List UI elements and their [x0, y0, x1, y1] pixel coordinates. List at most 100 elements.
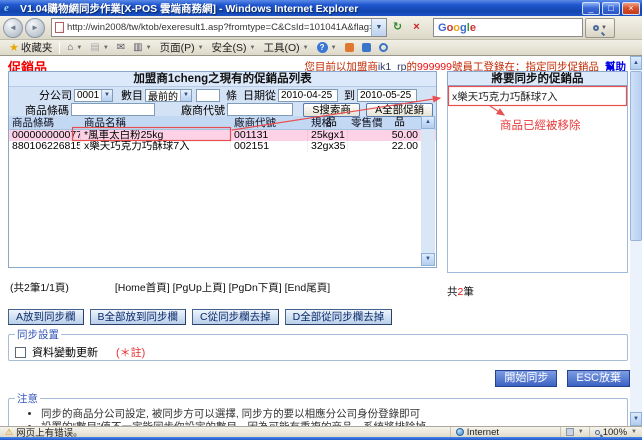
scrollbar-thumb[interactable] [630, 71, 642, 241]
pagination-keys-hint: [Home首頁] [PgUp上頁] [PgDn下頁] [End尾頁] [8, 280, 437, 295]
unit-label: 條 [226, 87, 237, 103]
warning-icon: ⚠ [5, 427, 13, 438]
refresh-button[interactable]: ↻ [389, 19, 406, 37]
menu-tools[interactable]: 工具(O) ▼ [259, 40, 312, 55]
search-go-button[interactable]: ▼ [585, 18, 615, 38]
sync-panel-title: 將要同步的促銷品 [447, 71, 628, 86]
forward-button[interactable]: ► [25, 18, 45, 38]
globe-icon [456, 428, 464, 436]
menu-page[interactable]: 页面(P) ▼ [156, 40, 208, 55]
chevron-down-icon: ▼ [101, 90, 112, 101]
date-to-input[interactable] [357, 89, 417, 102]
back-button[interactable]: ◄ [3, 18, 23, 38]
all-promos-button[interactable]: A全部促銷品 [366, 103, 433, 117]
sync-list-box: x樂天巧克力巧酥球7入 [447, 86, 628, 273]
scroll-down-icon[interactable]: ▼ [421, 253, 435, 266]
url-text: http://win2008/tw/ktob/exeresult1.asp?fr… [67, 22, 371, 33]
esc-cancel-button[interactable]: ESC放棄 [567, 370, 630, 387]
scroll-up-icon[interactable]: ▲ [630, 56, 642, 70]
home-button[interactable]: ⌂ ▼ [63, 40, 86, 55]
note-item: 同步的商品分公司設定, 被同步方可以選擇, 同步方的要以相應分公司身份登錄即可 [41, 409, 621, 421]
shield-icon [566, 428, 574, 436]
removed-annotation: 商品已經被移除 [500, 117, 581, 133]
data-update-checkbox[interactable] [15, 347, 26, 358]
vendor-input[interactable] [227, 103, 293, 116]
home-icon: ⌂ [67, 42, 73, 53]
search-options-icon[interactable]: ▼ [601, 25, 607, 31]
menu-safety[interactable]: 安全(S) ▼ [208, 40, 260, 55]
search-product-button[interactable]: S搜索商品 [303, 103, 360, 117]
zone-label: Internet [467, 427, 499, 438]
address-input[interactable]: http://win2008/tw/ktob/exeresult1.asp?fr… [51, 18, 387, 37]
help-button[interactable]: ? ▼ [313, 40, 341, 55]
filter-form: 分公司 0001 ▼ 數目 最前的 ▼ 條 日期從 到 [9, 87, 436, 116]
col-barcode: 商品條碼 [9, 116, 81, 129]
status-message-cell: ⚠ 网页上有错误。 [0, 427, 88, 437]
stop-button[interactable]: × [408, 19, 425, 37]
ie-logo-icon: e [4, 2, 17, 14]
addon-button-2[interactable] [358, 40, 375, 55]
addon-button-1[interactable] [341, 40, 358, 55]
col-spec: 規格 [308, 116, 348, 129]
count-input[interactable] [196, 89, 220, 102]
barcode-input[interactable] [71, 103, 155, 116]
read-mail-button[interactable]: ✉ [113, 40, 129, 55]
addon-ring-icon [379, 43, 388, 52]
col-price: 零售價 [348, 116, 422, 129]
favorites-label: 收藏夹 [21, 40, 53, 55]
count-select[interactable]: 最前的 ▼ [145, 89, 192, 102]
favorites-button[interactable]: ★ 收藏夹 [5, 40, 56, 55]
addon-button-3[interactable] [375, 40, 392, 55]
promo-list-panel: 加盟商1cheng之現有的促銷品列表 分公司 0001 ▼ 數目 最前的 ▼ 條 [8, 71, 437, 268]
table-scrollbar[interactable]: ▲ ▼ [421, 116, 435, 266]
remove-all-from-sync-button[interactable]: D全部從同步欄去掉 [285, 309, 393, 325]
feeds-button[interactable]: ▤ ▼ [86, 40, 112, 55]
close-button[interactable]: × [622, 2, 640, 15]
addon-icon [345, 43, 354, 52]
notes-fieldset: 注意 同步的商品分公司設定, 被同步方可以選擇, 同步方的要以相應分公司身份登錄… [8, 391, 628, 426]
mail-icon: ✉ [117, 42, 125, 53]
branch-select[interactable]: 0001 ▼ [74, 89, 113, 102]
scroll-down-icon[interactable]: ▼ [630, 412, 642, 426]
page-scrollbar[interactable]: ▲ ▼ [630, 56, 642, 426]
title-bar: e V1.04購物網同步作業[X-POS 雲端商務網] - Windows In… [0, 0, 642, 16]
chevron-down-icon: ▼ [303, 45, 309, 51]
chevron-down-icon: ▼ [180, 90, 191, 101]
print-button[interactable]: ▥ ▼ [129, 40, 155, 55]
feed-icon: ▤ [90, 42, 99, 53]
table-row[interactable]: 0000000000772 *風車太白粉25kg 001131 25kgx1 5… [9, 130, 436, 141]
search-input[interactable]: Google [433, 18, 583, 37]
add-to-sync-button[interactable]: A放到同步欄 [8, 309, 84, 325]
date-from-input[interactable] [278, 89, 338, 102]
minimize-button[interactable]: _ [582, 2, 600, 15]
address-dropdown-icon[interactable]: ▼ [371, 19, 386, 36]
status-bar: ⚠ 网页上有错误。 Internet ▼ 100% ▼ [0, 426, 642, 437]
zoom-level: 100% [603, 427, 627, 438]
zoom-icon [595, 430, 600, 435]
address-bar: ◄ ► http://win2008/tw/ktob/exeresult1.as… [0, 16, 642, 40]
zoom-control[interactable]: 100% ▼ [590, 427, 642, 437]
note-mark: (＊註) [116, 344, 145, 360]
addon-icon [362, 43, 371, 52]
page-favicon-icon [55, 22, 64, 33]
protected-mode-cell[interactable]: ▼ [561, 427, 590, 437]
table-row[interactable]: 8801062268153 x樂天巧克力巧酥球7入 002151 32gx35 … [9, 141, 436, 152]
restore-button[interactable]: □ [602, 2, 620, 15]
search-provider-logo: G [438, 22, 447, 34]
promo-list-title: 加盟商1cheng之現有的促銷品列表 [9, 72, 436, 87]
sync-panel: 將要同步的促銷品 x樂天巧克力巧酥球7入 [447, 71, 628, 273]
sync-item[interactable]: x樂天巧克力巧酥球7入 [448, 86, 627, 107]
help-icon: ? [317, 42, 328, 53]
start-sync-button[interactable]: 開始同步 [495, 370, 557, 387]
sync-settings-fieldset: 同步設置 資料變動更新 (＊註) [8, 327, 628, 361]
add-all-to-sync-button[interactable]: B全部放到同步欄 [90, 309, 187, 325]
browser-window: e V1.04購物網同步作業[X-POS 雲端商務網] - Windows In… [0, 0, 642, 440]
table-header: 商品條碼 商品名稱 廠商代號 規格 零售價 [9, 116, 436, 130]
scroll-up-icon[interactable]: ▲ [421, 116, 435, 129]
count-label: 數目 [121, 87, 143, 103]
star-icon: ★ [9, 41, 19, 54]
action-button-row: A放到同步欄 B全部放到同步欄 C從同步欄去掉 D全部從同步欄去掉 [8, 309, 392, 325]
remove-from-sync-button[interactable]: C從同步欄去掉 [192, 309, 279, 325]
page-content: 促銷品 您目前以加盟商ik1_rp的999999號員工登錄在：指定同步促銷品幫助… [0, 56, 630, 426]
confirm-button-row: 開始同步 ESC放棄 [8, 370, 630, 387]
